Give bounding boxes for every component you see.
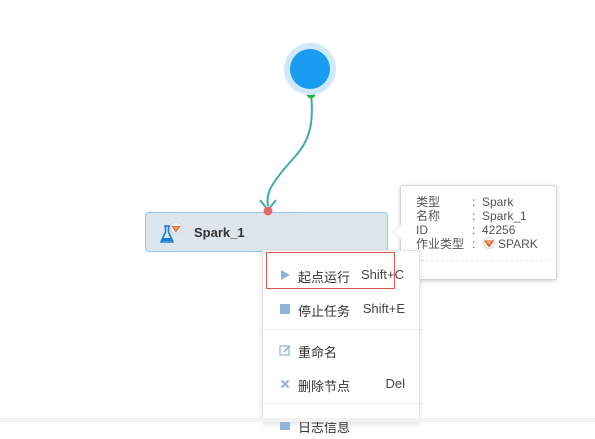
tooltip-row-name: 名称: Spark_1 bbox=[416, 209, 527, 223]
workflow-edge bbox=[266, 93, 313, 207]
bottom-scroll-strip bbox=[0, 418, 595, 422]
menu-item-label: 重命名 bbox=[298, 345, 338, 360]
tooltip-separator: : bbox=[472, 209, 476, 223]
tooltip-arrow bbox=[394, 224, 402, 240]
tooltip-key: 名称 bbox=[416, 209, 441, 223]
tooltip-key: ID bbox=[416, 223, 428, 237]
start-node[interactable] bbox=[284, 43, 336, 95]
menu-item-rename[interactable]: 重命名 bbox=[263, 336, 419, 364]
menu-item-label: 删除节点 bbox=[298, 379, 351, 394]
menu-item-shortcut: Del bbox=[385, 376, 405, 391]
tooltip-separator: : bbox=[472, 195, 476, 209]
menu-item-delete-node[interactable]: 删除节点 Del bbox=[263, 370, 419, 398]
menu-item-shortcut: Shift+E bbox=[362, 301, 405, 316]
delete-icon bbox=[280, 379, 290, 389]
tooltip-key: 类型 bbox=[416, 195, 441, 209]
start-node-circle[interactable] bbox=[290, 49, 330, 89]
highlight-box bbox=[266, 252, 395, 289]
stop-icon bbox=[280, 304, 290, 314]
flask-icon bbox=[160, 222, 182, 243]
menu-item-log-info[interactable]: 日志信息 bbox=[263, 411, 419, 439]
tooltip-divider bbox=[411, 260, 548, 261]
menu-item-stop-task[interactable]: 停止任务 Shift+E bbox=[263, 295, 419, 323]
tooltip-value: Spark bbox=[482, 195, 514, 209]
tooltip-value: Spark_1 bbox=[482, 209, 527, 223]
node-info-tooltip: 类型: Spark 名称: Spark_1 ID:42256 作业类型: SPARK bbox=[393, 185, 557, 280]
spark-task-node[interactable]: Spark_1 bbox=[145, 212, 388, 252]
workflow-canvas[interactable]: Spark_1 类型: Spark 名称: Spark_1 ID:42256 作业类… bbox=[0, 0, 595, 435]
node-label: Spark_1 bbox=[194, 225, 245, 240]
menu-divider bbox=[263, 329, 419, 330]
tooltip-key: 作业类型 bbox=[416, 237, 465, 251]
spark-logo-icon bbox=[483, 237, 495, 249]
tooltip-row-id: ID:42256 bbox=[416, 223, 515, 237]
tooltip-separator: : bbox=[472, 223, 476, 237]
tooltip-separator: : bbox=[472, 237, 476, 251]
spark-logo-icon bbox=[170, 222, 182, 234]
menu-item-label: 停止任务 bbox=[298, 304, 351, 319]
tooltip-row-type: 类型: Spark bbox=[416, 195, 513, 209]
tooltip-value: SPARK bbox=[498, 237, 538, 251]
tooltip-value: 42256 bbox=[482, 223, 516, 237]
tooltip-row-job-type: 作业类型: SPARK bbox=[416, 237, 538, 251]
edit-icon bbox=[279, 344, 291, 356]
menu-divider bbox=[263, 403, 419, 404]
